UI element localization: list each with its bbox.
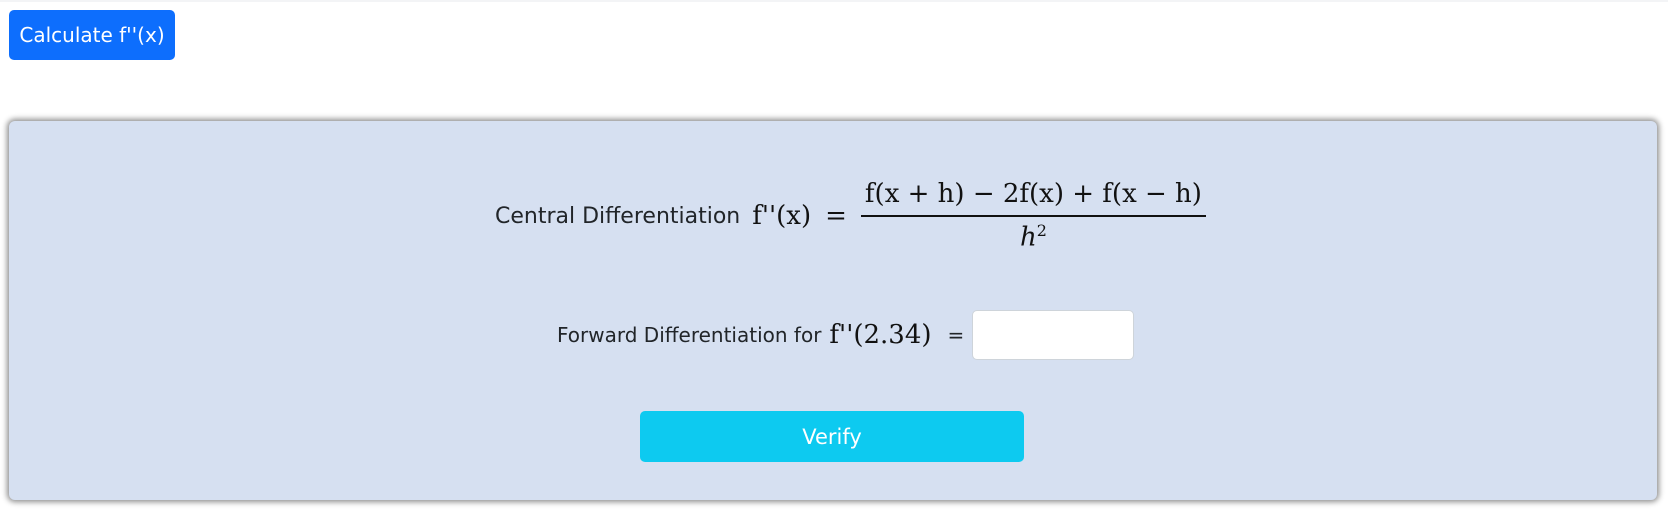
forward-differentiation-label: Forward Differentiation for: [557, 323, 822, 347]
formula-fraction: f(x + h) − 2f(x) + f(x − h) h2: [860, 179, 1206, 253]
forward-equals: =: [947, 323, 965, 347]
central-differentiation-label: Central Differentiation: [495, 203, 741, 229]
calculate-second-derivative-button[interactable]: Calculate f''(x): [9, 10, 175, 60]
verify-button[interactable]: Verify: [640, 411, 1024, 462]
central-formula-row: Central Differentiation f''(x) = f(x + h…: [495, 176, 1206, 256]
formula-lhs: f''(x): [752, 201, 812, 231]
formula-numerator: f(x + h) − 2f(x) + f(x − h): [864, 179, 1202, 210]
formula-equals: =: [825, 201, 847, 231]
denominator-exponent: 2: [1036, 220, 1047, 240]
denominator-base: h: [1019, 222, 1037, 253]
formula-denominator: h2: [1020, 217, 1047, 253]
answer-input[interactable]: [972, 310, 1135, 360]
forward-row: Forward Differentiation for f''(2.34) =: [557, 309, 1135, 361]
top-divider: [0, 0, 1668, 2]
differentiation-panel: Central Differentiation f''(x) = f(x + h…: [9, 121, 1657, 500]
forward-expression: f''(2.34): [829, 320, 932, 350]
